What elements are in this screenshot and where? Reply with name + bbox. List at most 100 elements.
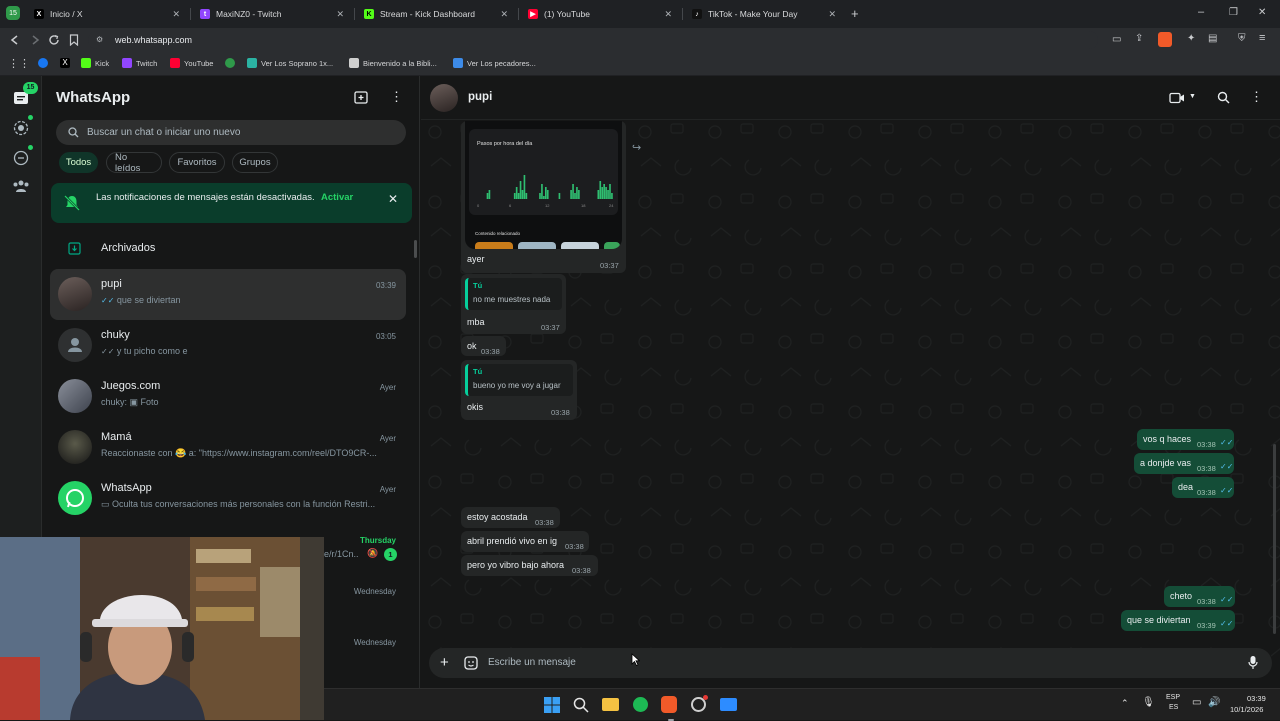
reload-icon[interactable] <box>48 34 60 46</box>
communities-icon[interactable] <box>12 179 30 193</box>
brave-icon[interactable] <box>661 696 677 713</box>
back-icon[interactable] <box>9 34 21 46</box>
attach-plus-icon[interactable]: + <box>440 654 449 671</box>
site-icon <box>247 58 257 68</box>
message-in[interactable]: estoy acostada 03:38 <box>461 507 560 528</box>
search-icon[interactable] <box>1217 91 1230 104</box>
bookmark-biblioteca[interactable]: Bienvenido a la Bibli... <box>349 56 437 70</box>
chat-item-juegos[interactable]: Juegos.com Ayer chuky: ▣ Foto <box>50 371 406 422</box>
close-tab-icon[interactable]: ✕ <box>500 9 508 20</box>
bookmark-facebook[interactable] <box>38 56 48 70</box>
message-out[interactable]: a donjde vas 03:38 ✓✓ <box>1134 453 1234 474</box>
close-tab-icon[interactable]: ✕ <box>828 9 836 20</box>
tab-tiktok[interactable]: ♪ TikTok - Make Your Day ✕ <box>682 0 846 28</box>
image-message[interactable]: Pasos por hora del día 0 6 12 18 24 Cont… <box>461 121 626 273</box>
channels-icon[interactable] <box>13 150 29 166</box>
close-banner-icon[interactable]: ✕ <box>388 192 398 206</box>
bookmark-kick[interactable]: Kick <box>81 56 109 70</box>
archived-row[interactable]: Archivados <box>50 234 406 262</box>
site-info-icon[interactable]: ⚙ <box>96 35 103 44</box>
tab-x[interactable]: X Inicio / X ✕ <box>24 0 190 28</box>
vpn-icon[interactable]: ⛨ <box>1238 33 1246 44</box>
filter-favoritos[interactable]: Favoritos <box>169 152 225 173</box>
forward-icon[interactable] <box>29 34 41 46</box>
close-tab-icon[interactable]: ✕ <box>336 9 344 20</box>
apps-grid-icon[interactable]: ⋮⋮ <box>8 57 30 70</box>
clock-date[interactable]: 10/1/2026 <box>1230 705 1263 714</box>
microphone-icon[interactable] <box>1248 655 1258 670</box>
minimize-icon[interactable]: – <box>1198 6 1204 18</box>
bookmark-twitch[interactable]: Twitch <box>122 56 157 70</box>
video-app-icon[interactable] <box>720 698 737 711</box>
contact-avatar[interactable] <box>430 84 458 112</box>
file-explorer-icon[interactable] <box>602 698 619 711</box>
cast-icon[interactable]: ▭ <box>1112 34 1121 45</box>
chat-scrollbar[interactable] <box>1273 444 1276 634</box>
sidebar-menu-icon[interactable]: ⋮ <box>390 89 403 105</box>
quoted-message[interactable]: Tú no me muestres nada <box>465 278 562 310</box>
filter-grupos[interactable]: Grupos <box>232 152 278 173</box>
restore-icon[interactable]: ❐ <box>1229 7 1238 18</box>
chat-item-pupi[interactable]: pupi 03:39 ✓✓ que se diviertan <box>50 269 406 320</box>
chevron-down-icon[interactable]: ▼ <box>1189 93 1196 100</box>
profile-icon[interactable]: 15 <box>6 6 20 20</box>
video-call-icon[interactable] <box>1169 92 1185 104</box>
url-text[interactable]: web.whatsapp.com <box>115 35 192 45</box>
sidebar-scrollbar[interactable] <box>414 240 417 258</box>
message-in[interactable]: ok 03:38 <box>461 336 506 356</box>
bookmark-soprano[interactable]: Ver Los Soprano 1x... <box>247 56 333 70</box>
message-input[interactable]: Escribe un mensaje <box>488 657 576 668</box>
read-ticks-icon: ✓✓ <box>1220 438 1234 447</box>
volume-icon[interactable]: 🔊 <box>1208 697 1220 708</box>
language-indicator[interactable]: ESP <box>1166 694 1180 701</box>
clock-time[interactable]: 03:39 <box>1247 694 1266 703</box>
status-icon[interactable] <box>13 120 29 136</box>
chat-item-mama[interactable]: Mamá Ayer Reaccionaste con 😂 a: "https:/… <box>50 422 406 473</box>
bookmark-x[interactable]: X <box>60 56 70 70</box>
url-bar[interactable]: ⚙ web.whatsapp.com <box>88 31 1098 49</box>
message-out[interactable]: dea 03:38 ✓✓ <box>1172 477 1234 498</box>
tab-kick[interactable]: K Stream - Kick Dashboard ✕ <box>354 0 518 28</box>
message-out[interactable]: que se diviertan 03:39 ✓✓ <box>1121 610 1235 631</box>
message-out[interactable]: cheto 03:38 ✓✓ <box>1164 586 1235 607</box>
microphone-tray-icon[interactable]: 🎙 <box>1142 697 1155 708</box>
tab-youtube[interactable]: ▶ (1) YouTube ✕ <box>518 0 682 28</box>
message-in[interactable]: pero yo vibro bajo ahora 03:38 <box>461 555 598 576</box>
bookmark-youtube[interactable]: YouTube <box>170 56 213 70</box>
network-icon[interactable]: ▭ <box>1192 697 1201 708</box>
chat-item-whatsapp[interactable]: WhatsApp Ayer ▭ Oculta tus conversacione… <box>50 473 406 524</box>
sidebar-toggle-icon[interactable]: ▤ <box>1208 33 1217 44</box>
chat-item-chuky[interactable]: chuky 03:05 ✓✓ y tu picho como e <box>50 320 406 371</box>
forward-icon[interactable]: ↪ <box>632 141 641 154</box>
contact-name[interactable]: pupi <box>468 91 492 103</box>
new-tab-icon[interactable]: + <box>851 6 859 21</box>
tray-expand-icon[interactable]: ⌃ <box>1121 698 1129 709</box>
close-window-icon[interactable]: ✕ <box>1258 7 1266 18</box>
sticker-icon[interactable] <box>464 656 478 670</box>
message-in-reply[interactable]: Tú no me muestres nada mba 03:37 <box>461 274 566 334</box>
bookmark-extension[interactable] <box>225 56 235 70</box>
brave-shield-icon[interactable] <box>1158 32 1172 47</box>
filter-todos[interactable]: Todos <box>59 152 98 173</box>
tab-twitch[interactable]: t MaxiNZ0 - Twitch ✕ <box>190 0 354 28</box>
spotify-icon[interactable] <box>633 697 648 712</box>
bookmark-pecadores[interactable]: Ver Los pecadores... <box>453 56 536 70</box>
search-input[interactable]: Buscar un chat o iniciar uno nuevo <box>56 120 406 145</box>
quoted-message[interactable]: Tú bueno yo me voy a jugar <box>465 364 573 396</box>
menu-icon[interactable]: ≡ <box>1259 32 1265 44</box>
extensions-icon[interactable]: ✦ <box>1187 33 1195 44</box>
image-preview[interactable]: Pasos por hora del día 0 6 12 18 24 Cont… <box>465 121 622 249</box>
message-in[interactable]: abril prendió vivo en ig 03:38 <box>461 531 589 552</box>
bookmark-icon[interactable] <box>69 34 79 46</box>
chat-menu-icon[interactable]: ⋮ <box>1250 89 1263 105</box>
windows-start-icon[interactable] <box>544 697 560 713</box>
close-tab-icon[interactable]: ✕ <box>664 9 672 20</box>
activate-link[interactable]: Activar <box>321 192 353 203</box>
filter-no-leidos[interactable]: No leídos <box>106 152 162 174</box>
message-in-reply[interactable]: Tú bueno yo me voy a jugar okis 03:38 <box>461 360 577 420</box>
share-icon[interactable]: ⇪ <box>1135 33 1143 44</box>
new-chat-icon[interactable] <box>354 91 368 104</box>
search-icon[interactable] <box>573 697 589 713</box>
close-tab-icon[interactable]: ✕ <box>172 9 180 20</box>
message-out[interactable]: vos q haces 03:38 ✓✓ <box>1137 429 1234 450</box>
